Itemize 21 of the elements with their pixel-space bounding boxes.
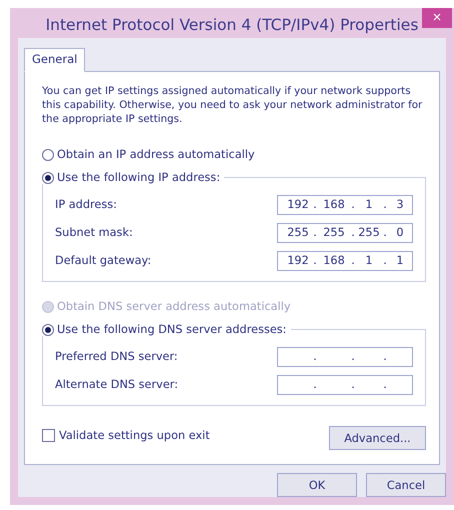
field-label: Alternate DNS server: (55, 378, 178, 391)
ip-address-field[interactable]: 192 . 168 . 1 . 3 (277, 194, 413, 214)
ip-address-field[interactable]: . . . (277, 346, 413, 366)
tab[interactable]: General (24, 48, 86, 72)
ip-address-field[interactable]: . . . (277, 374, 413, 394)
cancel-button[interactable]: Cancel (366, 473, 446, 497)
window-title: Internet Protocol Version 4 (TCP/IPv4) Properties (44, 16, 420, 34)
close-button[interactable]: × (422, 8, 452, 28)
field-label: IP address: (55, 198, 117, 211)
field-label: Default gateway: (55, 254, 152, 267)
validate-checkbox[interactable]: Validate settings upon exit (42, 428, 210, 442)
advanced-button[interactable]: Advanced... (329, 426, 426, 450)
field-label: Preferred DNS server: (55, 350, 178, 363)
radio-option[interactable]: Obtain an IP address automatically (42, 148, 255, 161)
ip-address-field[interactable]: 192 . 168 . 1 . 1 (277, 250, 413, 270)
ok-button[interactable]: OK (277, 473, 357, 497)
field-label: Subnet mask: (55, 226, 133, 239)
ip-address-field[interactable]: 255 . 255 . 255 . 0 (277, 222, 413, 242)
description-text: You can get IP settings assigned automatically if your network supports this capability. Otherwise, you need to ask your network administrator for the appropriate IP settings. (42, 84, 423, 126)
radio-option[interactable]: Use the following IP address: (42, 171, 220, 184)
radio-option[interactable]: Use the following DNS server addresses: (42, 323, 286, 336)
